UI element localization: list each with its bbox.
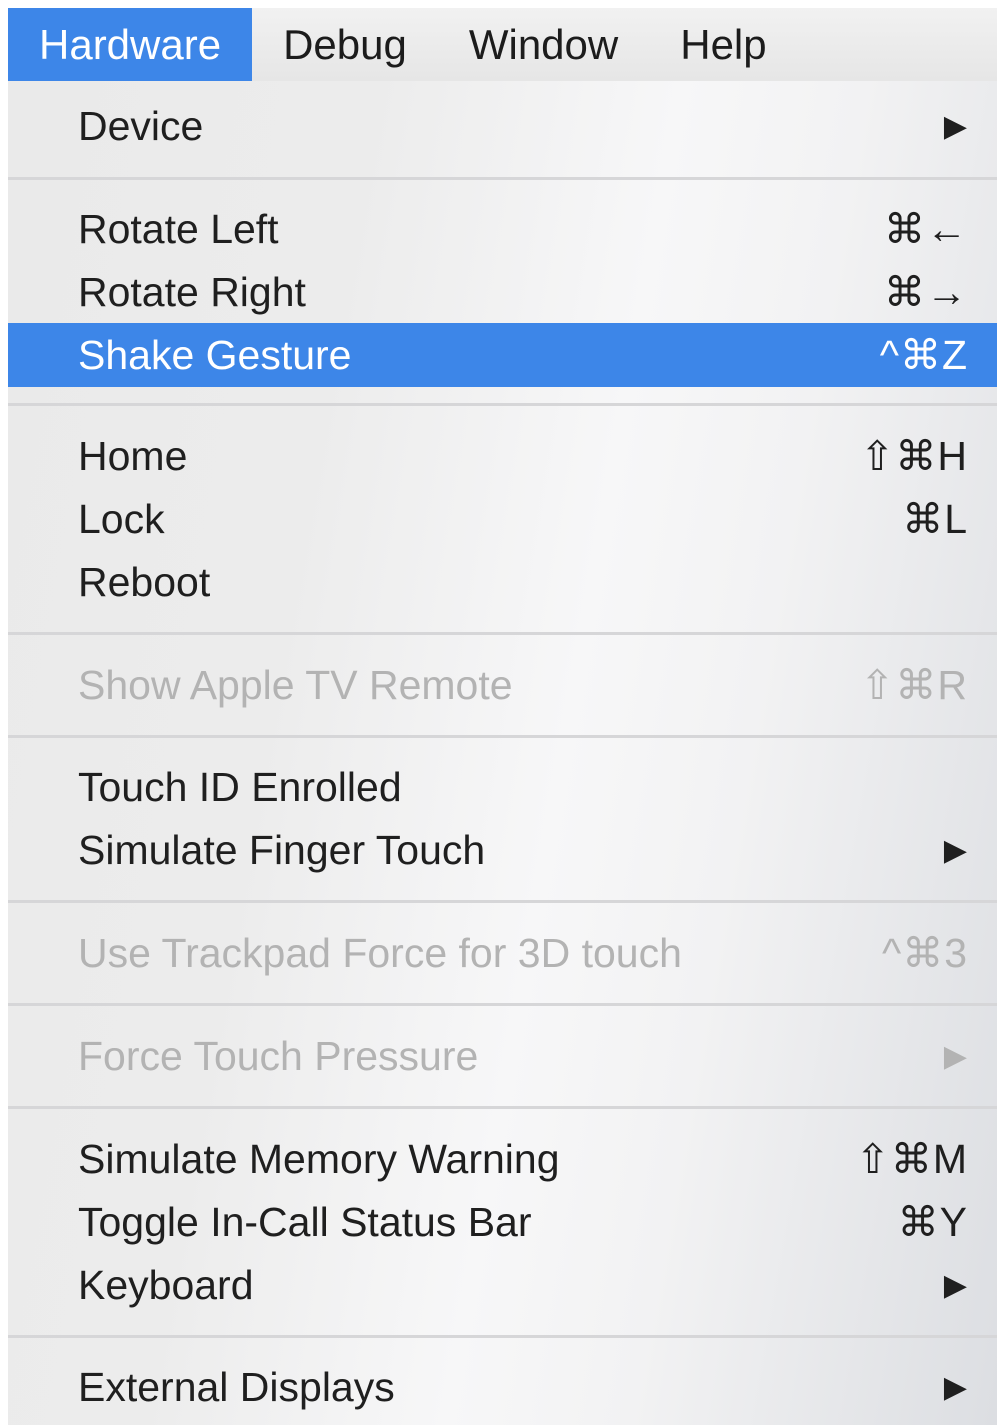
shortcut-label: ⇧⌘M: [855, 1136, 968, 1182]
menu-item-label: Force Touch Pressure: [78, 1032, 479, 1079]
shortcut-label: ^⌘3: [881, 930, 968, 976]
menu-item-lock[interactable]: Lock ⌘L: [8, 487, 997, 551]
menu-item-simulate-memory-warning[interactable]: Simulate Memory Warning ⇧⌘M: [8, 1127, 997, 1191]
menu-item-show-apple-tv-remote[interactable]: Show Apple TV Remote ⇧⌘R: [8, 653, 997, 717]
shortcut-label: ⌘←: [884, 206, 968, 252]
shortcut-label: ⇧⌘H: [860, 433, 968, 479]
window-edge: [0, 0, 8, 1425]
menu-item-home[interactable]: Home ⇧⌘H: [8, 424, 997, 488]
menu-item-rotate-left[interactable]: Rotate Left ⌘←: [8, 197, 997, 261]
shortcut-label: ⇧⌘R: [860, 662, 968, 708]
menu-item-reboot[interactable]: Reboot: [8, 550, 997, 614]
menu-separator: [8, 177, 997, 180]
menu-item-label: Show Apple TV Remote: [78, 661, 513, 708]
submenu-arrow-icon: ▶: [943, 109, 967, 143]
menu-item-label: Reboot: [78, 558, 211, 605]
menu-item-keyboard[interactable]: Keyboard ▶: [8, 1253, 997, 1317]
menu-item-force-touch-pressure[interactable]: Force Touch Pressure ▶: [8, 1024, 997, 1088]
shortcut-label: ^⌘Z: [879, 332, 968, 378]
menu-item-label: External Displays: [78, 1363, 395, 1410]
menu-separator: [8, 632, 997, 635]
menu-item-label: Keyboard: [78, 1261, 254, 1308]
menu-item-label: Home: [78, 432, 188, 479]
menu-item-rotate-right[interactable]: Rotate Right ⌘→: [8, 260, 997, 324]
menu-item-label: Shake Gesture: [78, 331, 352, 378]
hardware-dropdown-menu: Device ▶ Rotate Left ⌘← Rotate Right ⌘→ …: [8, 81, 997, 1425]
menu-item-use-trackpad-force[interactable]: Use Trackpad Force for 3D touch ^⌘3: [8, 921, 997, 985]
menu-bar: Hardware Debug Window Help: [8, 8, 997, 81]
menu-item-label: Lock: [78, 495, 165, 542]
menubar-item-debug[interactable]: Debug: [252, 8, 438, 81]
menu-separator: [8, 1335, 997, 1338]
menu-separator: [8, 735, 997, 738]
menu-item-shake-gesture[interactable]: Shake Gesture ^⌘Z: [8, 323, 997, 387]
submenu-arrow-icon: ▶: [943, 1039, 967, 1073]
menu-item-label: Simulate Memory Warning: [78, 1135, 560, 1182]
menubar-item-help[interactable]: Help: [649, 8, 797, 81]
menu-separator: [8, 1003, 997, 1006]
menu-separator: [8, 1106, 997, 1109]
submenu-arrow-icon: ▶: [943, 1268, 967, 1302]
menu-item-toggle-in-call-status-bar[interactable]: Toggle In-Call Status Bar ⌘Y: [8, 1190, 997, 1254]
menu-item-label: Toggle In-Call Status Bar: [78, 1198, 532, 1245]
menu-item-label: Rotate Right: [78, 268, 306, 315]
shortcut-label: ⌘→: [884, 269, 968, 315]
menu-item-simulate-finger-touch[interactable]: Simulate Finger Touch ▶: [8, 818, 997, 882]
menubar-item-window[interactable]: Window: [438, 8, 649, 81]
menu-item-label: Touch ID Enrolled: [78, 763, 402, 810]
menu-separator: [8, 900, 997, 903]
menu-item-label: Rotate Left: [78, 205, 279, 252]
menu-separator: [8, 403, 997, 406]
menu-item-external-displays[interactable]: External Displays ▶: [8, 1355, 997, 1419]
submenu-arrow-icon: ▶: [943, 833, 967, 867]
submenu-arrow-icon: ▶: [943, 1370, 967, 1404]
menu-item-device[interactable]: Device ▶: [8, 94, 997, 158]
menu-item-label: Simulate Finger Touch: [78, 826, 486, 873]
menu-item-label: Use Trackpad Force for 3D touch: [78, 929, 682, 976]
menu-item-label: Device: [78, 102, 204, 149]
menu-item-touch-id-enrolled[interactable]: Touch ID Enrolled: [8, 755, 997, 819]
shortcut-label: ⌘L: [902, 496, 968, 542]
shortcut-label: ⌘Y: [897, 1199, 968, 1245]
menubar-item-hardware[interactable]: Hardware: [8, 8, 253, 81]
